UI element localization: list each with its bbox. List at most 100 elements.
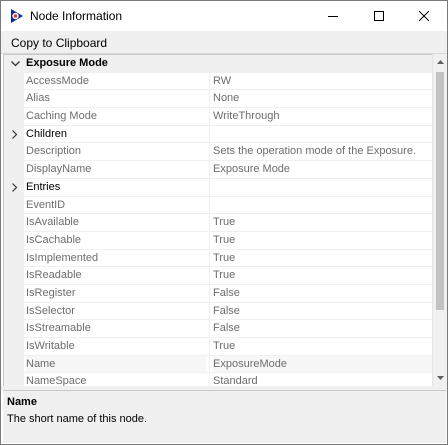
row-gutter — [4, 143, 24, 162]
property-name: IsStreamable — [26, 322, 91, 335]
property-name: NameSpace — [26, 375, 87, 387]
column-divider — [209, 373, 210, 387]
property-name: Alias — [26, 92, 50, 105]
property-name: IsSelector — [26, 304, 75, 317]
maximize-button[interactable] — [356, 1, 402, 31]
help-description: The short name of this node. — [7, 413, 148, 425]
scrollbar-thumb[interactable] — [436, 72, 444, 310]
column-divider — [209, 355, 210, 374]
column-divider — [209, 284, 210, 303]
property-name: AccessMode — [26, 74, 89, 87]
row-gutter — [4, 161, 24, 179]
row-gutter — [4, 355, 24, 374]
copy-to-clipboard-button[interactable]: Copy to Clipboard — [11, 36, 107, 50]
property-row[interactable]: IsReadable True — [4, 267, 432, 285]
property-row[interactable]: IsRegister False — [4, 284, 432, 303]
property-value[interactable]: True — [213, 338, 432, 356]
minimize-icon — [328, 16, 338, 17]
property-row[interactable]: EventID — [4, 196, 432, 215]
property-name: IsReadable — [26, 269, 82, 282]
row-gutter — [4, 90, 24, 109]
maximize-icon — [374, 11, 384, 21]
column-divider — [209, 196, 210, 215]
window-title: Node Information — [30, 9, 123, 23]
row-gutter — [4, 72, 24, 91]
row-gutter — [4, 373, 24, 387]
column-divider — [209, 161, 210, 179]
property-name: Entries — [26, 180, 61, 193]
scroll-up-arrow-icon[interactable] — [433, 54, 447, 70]
chevron-right-icon[interactable] — [9, 126, 21, 144]
property-row[interactable]: IsSelector False — [4, 302, 432, 321]
column-divider — [209, 72, 210, 91]
category-label: Exposure Mode — [26, 57, 108, 69]
property-name: IsAvailable — [26, 216, 79, 229]
chevron-down-icon[interactable] — [9, 55, 21, 73]
property-row[interactable]: Entries — [4, 178, 432, 197]
row-gutter — [4, 284, 24, 303]
property-row[interactable]: IsCachable True — [4, 231, 432, 250]
property-row[interactable]: Children — [4, 125, 432, 144]
toolbar: Copy to Clipboard — [1, 31, 447, 54]
property-name: IsImplemented — [26, 251, 99, 264]
property-value[interactable] — [213, 197, 432, 215]
row-gutter — [4, 196, 24, 215]
property-row[interactable]: IsImplemented True — [4, 249, 432, 268]
property-value[interactable]: Exposure Mode — [213, 161, 432, 179]
column-divider — [209, 125, 210, 144]
scroll-down-arrow-icon[interactable] — [433, 370, 447, 386]
property-name: IsCachable — [26, 233, 82, 246]
property-name: EventID — [26, 198, 66, 211]
property-row[interactable]: AccessMode RW — [4, 72, 432, 91]
row-gutter — [4, 320, 24, 338]
property-value[interactable]: ExposureMode — [213, 355, 432, 374]
row-gutter — [4, 302, 24, 321]
row-gutter — [4, 108, 24, 126]
property-value[interactable]: RW — [213, 73, 432, 91]
property-value[interactable]: None — [213, 90, 432, 108]
app-logo-icon — [11, 9, 23, 23]
row-gutter — [4, 249, 24, 268]
property-value[interactable]: Standard — [213, 373, 432, 387]
close-button[interactable] — [401, 1, 447, 31]
column-divider — [209, 249, 210, 268]
column-divider — [209, 267, 210, 285]
property-value[interactable]: True — [213, 232, 432, 250]
chevron-right-icon[interactable] — [9, 179, 21, 197]
property-name: Children — [26, 127, 67, 140]
property-value[interactable]: True — [213, 214, 432, 232]
property-row[interactable]: IsAvailable True — [4, 214, 432, 232]
property-value[interactable]: True — [213, 267, 432, 285]
property-value[interactable]: True — [213, 250, 432, 268]
property-row[interactable]: Description Sets the operation mode of th… — [4, 143, 432, 162]
column-divider — [209, 338, 210, 356]
vertical-scrollbar[interactable] — [432, 54, 447, 386]
property-value[interactable] — [213, 126, 432, 144]
category-row-exposure-mode[interactable]: Exposure Mode — [4, 55, 432, 73]
property-row[interactable]: NameSpace Standard — [4, 373, 432, 387]
property-name: Description — [26, 145, 82, 158]
property-row[interactable]: IsStreamable False — [4, 320, 432, 338]
column-divider — [209, 320, 210, 338]
property-row[interactable]: Name ExposureMode — [4, 355, 432, 374]
row-gutter — [4, 214, 24, 232]
column-divider — [209, 108, 210, 126]
property-row[interactable]: Caching Mode WriteThrough — [4, 108, 432, 126]
property-value[interactable]: False — [213, 320, 432, 338]
property-value[interactable]: Sets the operation mode of the Exposure. — [213, 143, 432, 161]
property-name: Caching Mode — [26, 110, 97, 123]
property-name: Name — [26, 355, 206, 374]
node-information-window: Node Information Copy to Clipboard Expos… — [0, 0, 448, 445]
minimize-button[interactable] — [310, 1, 356, 31]
property-row[interactable]: DisplayName Exposure Mode — [4, 161, 432, 179]
property-value[interactable]: False — [213, 303, 432, 321]
help-title: Name — [7, 396, 37, 408]
property-row[interactable]: IsWritable True — [4, 338, 432, 356]
property-row[interactable]: Alias None — [4, 90, 432, 109]
column-divider — [209, 90, 210, 109]
title-bar[interactable]: Node Information — [1, 1, 447, 31]
property-value[interactable] — [213, 179, 432, 197]
property-value[interactable]: WriteThrough — [213, 108, 432, 126]
column-divider — [209, 231, 210, 250]
property-value[interactable]: False — [213, 285, 432, 303]
